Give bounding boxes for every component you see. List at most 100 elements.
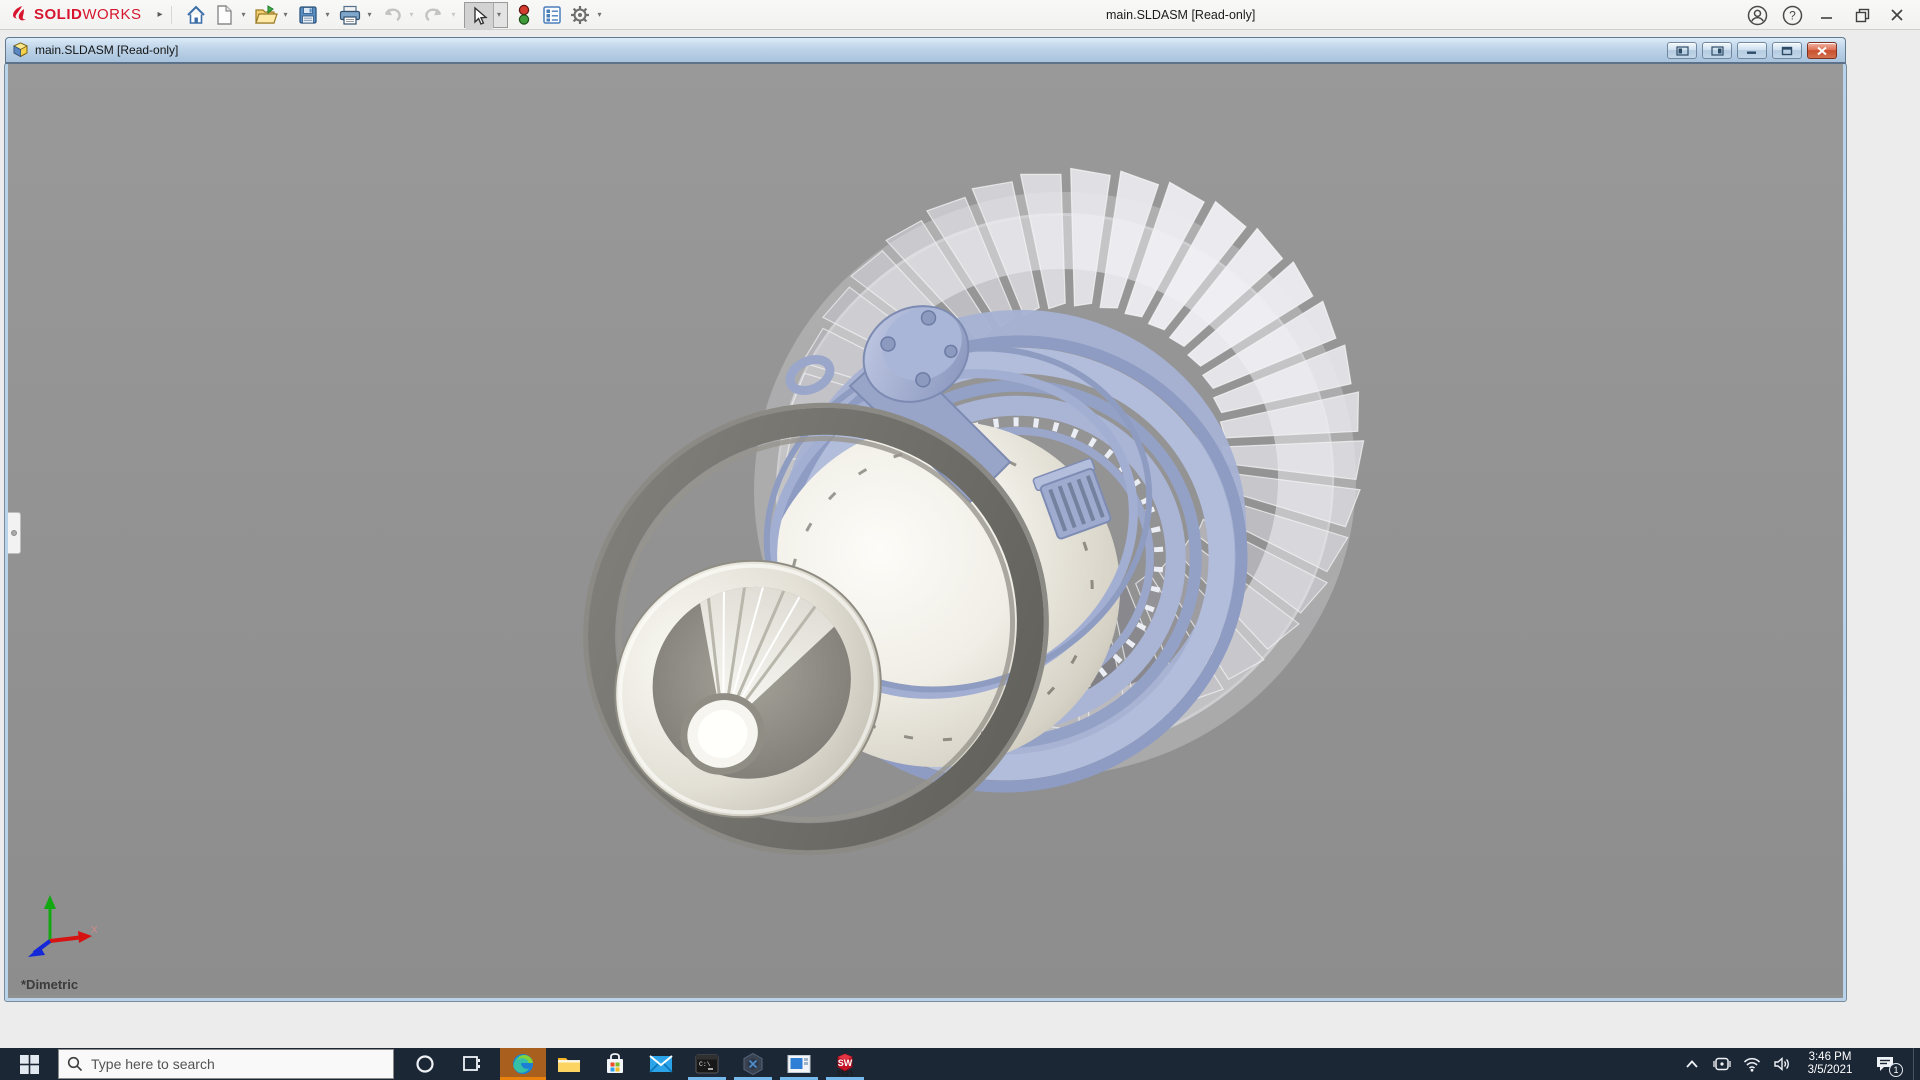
minimize-button[interactable] xyxy=(1814,2,1840,28)
close-icon xyxy=(1891,9,1903,21)
taskbar-store-button[interactable] xyxy=(592,1048,638,1080)
tray-wifi-button[interactable] xyxy=(1739,1048,1765,1080)
taskbar-mail-button[interactable] xyxy=(638,1048,684,1080)
print-icon xyxy=(339,5,360,25)
collapsed-tab-dot-icon xyxy=(11,530,17,536)
redo-button[interactable] xyxy=(420,2,448,28)
account-icon xyxy=(1747,5,1767,25)
jet-engine-model[interactable] xyxy=(8,64,1843,995)
document-minimize-button[interactable] xyxy=(1737,42,1767,59)
redo-dropdown[interactable]: ▾ xyxy=(448,10,460,19)
microsoft-store-icon xyxy=(607,1053,623,1073)
taskbar-search[interactable] xyxy=(58,1049,394,1079)
taskbar-edge-button[interactable] xyxy=(500,1048,546,1080)
brand-wordmark: SOLIDWORKS xyxy=(34,6,142,23)
clock-date: 3/5/2021 xyxy=(1807,1064,1853,1076)
cortana-button[interactable] xyxy=(402,1048,448,1080)
app-titlebar: SOLIDWORKS ▸ ▾ ▾ ▾ ▾ ▾ ▾ ▾ ▾ main.SLDASM… xyxy=(0,0,1920,30)
command-prompt-icon: C:\ xyxy=(695,1054,719,1074)
open-button[interactable] xyxy=(252,2,280,28)
document-titlebar[interactable]: main.SLDASM [Read-only] xyxy=(5,37,1846,64)
select-tool-button[interactable] xyxy=(464,2,493,29)
hexagon-app-icon xyxy=(743,1052,763,1076)
tray-vm-button[interactable] xyxy=(1709,1048,1735,1080)
tray-volume-button[interactable] xyxy=(1769,1048,1795,1080)
document-close-icon xyxy=(1817,46,1827,55)
new-document-dropdown[interactable]: ▾ xyxy=(238,10,250,19)
select-tool-dropdown[interactable]: ▾ xyxy=(492,2,507,27)
close-button[interactable] xyxy=(1884,2,1910,28)
pane-toggle-left-button[interactable] xyxy=(1667,42,1697,59)
orientation-triad: X xyxy=(28,895,98,957)
brand-works: WORKS xyxy=(82,6,142,23)
help-button[interactable]: ? xyxy=(1779,2,1805,28)
document-window: main.SLDASM [Read-only] X *Dimetric xyxy=(5,37,1846,1001)
undo-dropdown[interactable]: ▾ xyxy=(406,10,418,19)
interference-check-button[interactable] xyxy=(510,2,538,28)
svg-text:?: ? xyxy=(1789,8,1796,22)
pane-right-icon xyxy=(1710,45,1724,56)
save-icon xyxy=(298,5,317,24)
save-dropdown[interactable]: ▾ xyxy=(322,10,334,19)
taskbar-solidworks-button[interactable]: SW 2021 xyxy=(822,1048,868,1080)
document-restore-button[interactable] xyxy=(1772,42,1802,59)
show-desktop-button[interactable] xyxy=(1913,1048,1920,1080)
graphics-viewport[interactable]: X *Dimetric xyxy=(8,64,1843,995)
solidworks-logo-icon xyxy=(13,5,26,20)
save-button[interactable] xyxy=(294,2,322,28)
taskbar-hexagon-app-button[interactable] xyxy=(730,1048,776,1080)
print-button[interactable] xyxy=(336,2,364,28)
undo-button[interactable] xyxy=(378,2,406,28)
file-explorer-icon xyxy=(558,1058,580,1072)
new-document-button[interactable] xyxy=(210,2,238,28)
feature-tree-collapsed-tab[interactable] xyxy=(8,512,21,554)
solidworks-icon-sw-text: SW xyxy=(838,1058,853,1068)
cortana-icon xyxy=(416,1055,434,1073)
solidworks-app-icon: SW 2021 xyxy=(837,1053,854,1078)
home-button[interactable] xyxy=(182,2,210,28)
document-close-button[interactable] xyxy=(1807,42,1837,59)
restore-icon xyxy=(1855,8,1869,22)
action-center-button[interactable]: 1 xyxy=(1865,1048,1905,1080)
open-folder-icon xyxy=(254,4,278,24)
select-tool-group: ▾ xyxy=(463,1,508,29)
taskbar-blue-window-app-button[interactable] xyxy=(776,1048,822,1080)
view-orientation-label: *Dimetric xyxy=(21,977,79,992)
toolbar-expand-arrow[interactable]: ▸ xyxy=(158,9,163,20)
traffic-light-icon xyxy=(518,4,529,25)
search-input[interactable] xyxy=(91,1056,351,1072)
options-gear-button[interactable] xyxy=(566,2,594,28)
account-button[interactable] xyxy=(1744,2,1770,28)
select-cursor-icon xyxy=(473,5,488,25)
print-dropdown[interactable]: ▾ xyxy=(364,10,376,19)
taskbar-cmd-button[interactable]: C:\ xyxy=(684,1048,730,1080)
window-controls: ? xyxy=(1744,0,1910,30)
tray-overflow-button[interactable] xyxy=(1679,1048,1705,1080)
wifi-icon xyxy=(1743,1057,1761,1072)
taskbar-file-explorer-button[interactable] xyxy=(546,1048,592,1080)
taskbar-clock[interactable]: 3:46 PM 3/5/2021 xyxy=(1799,1051,1861,1077)
notification-count-badge: 1 xyxy=(1889,1063,1903,1077)
open-dropdown[interactable]: ▾ xyxy=(280,10,292,19)
system-tray: 3:46 PM 3/5/2021 1 xyxy=(1679,1048,1920,1080)
cmd-icon-text: C:\ xyxy=(699,1061,711,1068)
solidworks-icon-year-text: 2021 xyxy=(837,1069,854,1078)
task-view-icon xyxy=(463,1056,480,1071)
blue-window-app-icon xyxy=(787,1055,811,1073)
undo-icon xyxy=(384,8,401,21)
help-icon: ? xyxy=(1782,5,1802,25)
restore-button[interactable] xyxy=(1849,2,1875,28)
new-document-icon xyxy=(216,4,232,25)
redo-icon xyxy=(424,8,441,21)
document-restore-icon xyxy=(1781,46,1793,55)
windows-start-icon xyxy=(19,1054,39,1074)
display-options-button[interactable] xyxy=(538,2,566,28)
document-minimize-icon xyxy=(1747,51,1756,54)
options-gear-dropdown[interactable]: ▾ xyxy=(594,10,606,19)
taskbar: C:\ SW 2021 xyxy=(0,1048,1920,1080)
brand-solid: SOLID xyxy=(34,6,83,23)
start-button[interactable] xyxy=(0,1048,58,1080)
pane-toggle-right-button[interactable] xyxy=(1702,42,1732,59)
task-view-button[interactable] xyxy=(448,1048,494,1080)
toolbar-separator xyxy=(170,5,172,24)
